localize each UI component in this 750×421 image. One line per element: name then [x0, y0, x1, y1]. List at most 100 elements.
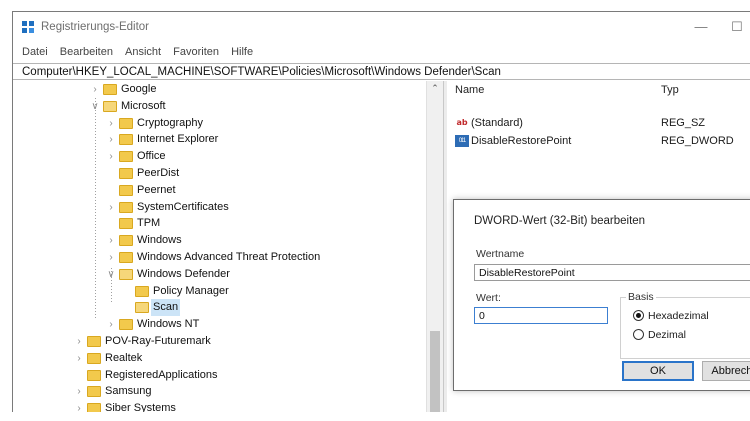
- menu-ansicht[interactable]: Ansicht: [125, 43, 161, 61]
- chevron-right-icon[interactable]: ›: [105, 115, 117, 132]
- tree-scrollbar[interactable]: ⌃: [426, 81, 443, 412]
- value-type: REG_DWORD: [661, 135, 734, 147]
- chevron-right-icon[interactable]: ›: [105, 199, 117, 216]
- tree-item-label: RegisteredApplications: [105, 368, 218, 381]
- menu-bearbeiten[interactable]: Bearbeiten: [60, 43, 113, 61]
- tree-item-label: Internet Explorer: [137, 133, 219, 146]
- tree-item-label: Peernet: [137, 183, 176, 196]
- tree-item-label: POV-Ray-Futuremark: [105, 335, 211, 347]
- value-type: REG_SZ: [661, 117, 706, 129]
- folder-icon: [119, 201, 133, 213]
- tree-item[interactable]: ∨ Microsoft: [13, 98, 425, 115]
- tree-item-label: Windows: [137, 234, 182, 247]
- folder-open-icon: [119, 268, 133, 280]
- tree-item[interactable]: Scan: [13, 299, 425, 317]
- chevron-right-icon[interactable]: ›: [105, 249, 117, 266]
- radio-button-icon[interactable]: [633, 310, 644, 321]
- chevron-down-icon[interactable]: ∨: [105, 266, 117, 283]
- tree-item[interactable]: › Google: [13, 81, 425, 98]
- value-data-label: Wert:: [476, 292, 501, 304]
- folder-icon: [87, 352, 101, 364]
- tree-item[interactable]: › Cryptography: [13, 115, 425, 132]
- tree-item-label: Office: [137, 150, 166, 163]
- tree-item-label: SystemCertificates: [137, 200, 229, 213]
- tree-item[interactable]: › Windows Advanced Threat Protection: [13, 249, 425, 266]
- chevron-right-icon[interactable]: ›: [105, 131, 117, 148]
- window-title: Registrierungs-Editor: [41, 21, 150, 33]
- edit-dword-dialog: DWORD-Wert (32-Bit) bearbeiten Wertname …: [453, 199, 750, 391]
- folder-icon: [87, 336, 101, 347]
- menu-datei[interactable]: Datei: [22, 43, 48, 61]
- tree-item[interactable]: ∨ Windows Defender: [13, 266, 425, 283]
- folder-icon: [119, 319, 133, 331]
- tree-item[interactable]: › POV-Ray-Futuremark: [13, 333, 425, 350]
- maximize-button[interactable]: ☐: [725, 18, 749, 36]
- tree-item[interactable]: › SystemCertificates: [13, 199, 425, 216]
- tree-item[interactable]: › Siber Systems: [13, 400, 425, 412]
- tree-item-label: Samsung: [105, 385, 152, 398]
- tree-item[interactable]: TPM: [13, 215, 425, 232]
- radio-button-icon[interactable]: [633, 329, 644, 340]
- registry-editor-icon: [22, 21, 35, 34]
- tree-item-label: Realtek: [105, 351, 143, 364]
- chevron-right-icon[interactable]: ›: [73, 333, 85, 350]
- tree-item-label: Siber Systems: [105, 402, 176, 412]
- folder-icon: [119, 252, 133, 263]
- chevron-right-icon[interactable]: ›: [105, 232, 117, 249]
- chevron-right-icon[interactable]: ›: [73, 383, 85, 400]
- tree-item-label: Scan: [151, 299, 181, 317]
- dword-value-icon: 011: [455, 135, 469, 147]
- base-group: Hexadezimal Dezimal: [620, 297, 750, 359]
- value-row[interactable]: ab (Standard) REG_SZ: [455, 115, 745, 132]
- radio-hexadecimal-label: Hexadezimal: [648, 310, 709, 322]
- folder-icon: [87, 403, 101, 412]
- dialog-title: DWORD-Wert (32-Bit) bearbeiten: [474, 215, 646, 227]
- chevron-right-icon[interactable]: ›: [89, 81, 101, 98]
- chevron-down-icon[interactable]: ∨: [89, 98, 101, 115]
- value-name-field[interactable]: [474, 264, 750, 281]
- column-header-type[interactable]: Typ: [661, 84, 679, 96]
- minimize-button[interactable]: —: [689, 18, 713, 36]
- cancel-button[interactable]: Abbrechen: [702, 361, 750, 381]
- tree-item[interactable]: › Realtek: [13, 350, 425, 367]
- folder-icon: [119, 235, 133, 247]
- menu-bar: Datei Bearbeiten Ansicht Favoriten Hilfe: [13, 43, 750, 61]
- tree-item-label: Windows NT: [137, 318, 200, 331]
- scroll-thumb[interactable]: [430, 331, 440, 412]
- value-data-field[interactable]: [474, 307, 608, 324]
- folder-icon: [119, 117, 133, 129]
- title-bar: Registrierungs-Editor — ☐: [13, 12, 750, 42]
- address-bar[interactable]: Computer\HKEY_LOCAL_MACHINE\SOFTWARE\Pol…: [13, 63, 750, 80]
- tree-item-label: Google: [121, 83, 157, 95]
- tree-item[interactable]: › Internet Explorer: [13, 131, 425, 148]
- chevron-right-icon[interactable]: ›: [105, 316, 117, 333]
- column-header-name[interactable]: Name: [455, 84, 484, 96]
- tree-item[interactable]: PeerDist: [13, 165, 425, 182]
- tree-item[interactable]: › Samsung: [13, 383, 425, 400]
- chevron-right-icon[interactable]: ›: [73, 400, 85, 412]
- tree-item-label: Cryptography: [137, 116, 204, 129]
- string-value-icon: ab: [456, 118, 468, 127]
- folder-icon: [87, 369, 101, 381]
- value-row[interactable]: 011 DisableRestorePoint REG_DWORD: [455, 133, 745, 150]
- folder-icon: [119, 151, 133, 163]
- scroll-up-arrow-icon[interactable]: ⌃: [427, 83, 443, 94]
- ok-button[interactable]: OK: [622, 361, 694, 381]
- tree-item[interactable]: Peernet: [13, 182, 425, 199]
- tree-item[interactable]: RegisteredApplications: [13, 367, 425, 384]
- folder-icon: [135, 285, 149, 297]
- folder-icon: [119, 168, 133, 179]
- folder-icon: [103, 84, 117, 95]
- radio-decimal-label: Dezimal: [648, 329, 686, 341]
- folder-icon: [119, 134, 133, 146]
- menu-hilfe[interactable]: Hilfe: [231, 43, 253, 61]
- tree-item[interactable]: › Windows: [13, 232, 425, 249]
- tree-item-label: Policy Manager: [153, 284, 229, 297]
- menu-favoriten[interactable]: Favoriten: [173, 43, 219, 61]
- tree-item[interactable]: › Windows NT: [13, 316, 425, 333]
- chevron-right-icon[interactable]: ›: [105, 148, 117, 165]
- tree-item[interactable]: › Office: [13, 148, 425, 165]
- tree-item[interactable]: Policy Manager: [13, 283, 425, 300]
- folder-icon: [87, 386, 101, 398]
- chevron-right-icon[interactable]: ›: [73, 350, 85, 367]
